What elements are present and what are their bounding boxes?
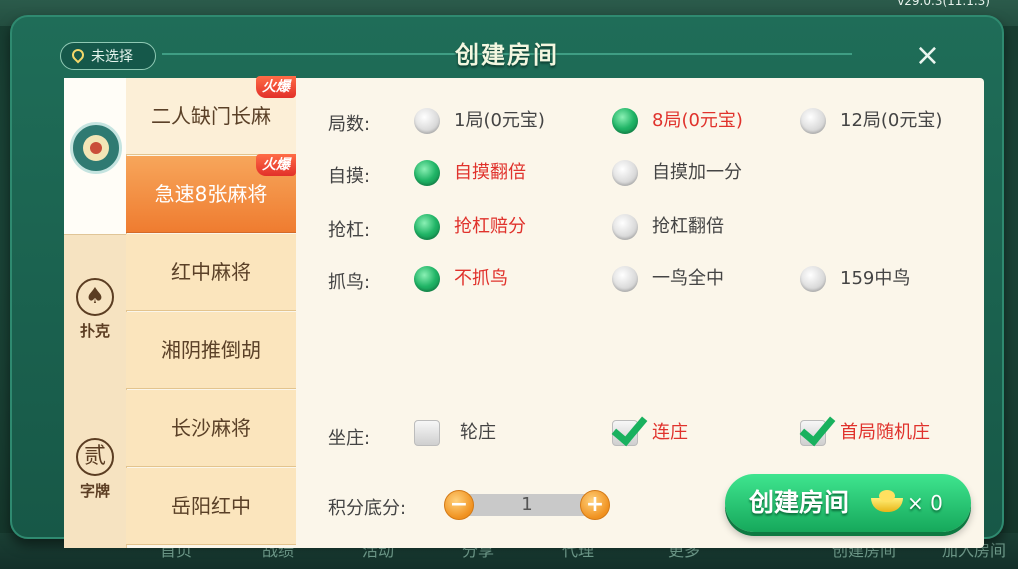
radio-selected-icon bbox=[414, 214, 440, 240]
checkbox-icon bbox=[414, 420, 440, 446]
rounds-option-12[interactable]: 12局(0元宝) bbox=[800, 106, 942, 136]
game-item[interactable]: 长沙麻将 bbox=[126, 390, 296, 467]
zimo-option-plus-one[interactable]: 自摸加一分 bbox=[612, 158, 742, 188]
category-label: 扑克 bbox=[79, 322, 110, 340]
zimo-label: 自摸: bbox=[328, 166, 371, 187]
decrement-button[interactable]: − bbox=[444, 490, 474, 520]
radio-selected-icon bbox=[612, 108, 638, 134]
game-item-selected[interactable]: 急速8张麻将 火爆 bbox=[126, 154, 296, 233]
rounds-label: 局数: bbox=[328, 114, 371, 135]
increment-button[interactable]: + bbox=[580, 490, 610, 520]
qianggang-option-double[interactable]: 抢杠翻倍 bbox=[612, 212, 724, 242]
base-score-label: 积分底分: bbox=[328, 498, 407, 519]
game-label: 岳阳红中 bbox=[171, 494, 251, 518]
zuozhuang-option-consecutive[interactable]: 连庄 bbox=[612, 418, 688, 448]
radio-icon bbox=[612, 214, 638, 240]
dialog-title: 创建房间 bbox=[455, 41, 559, 69]
game-item[interactable]: 二人缺门长麻 火爆 bbox=[126, 76, 296, 155]
zhuaniao-option-none[interactable]: 不抓鸟 bbox=[414, 264, 508, 294]
base-score-stepper: 1 − + bbox=[444, 490, 610, 520]
radio-selected-icon bbox=[414, 160, 440, 186]
category-zipai[interactable]: 贰 字牌 bbox=[64, 438, 126, 548]
qianggang-label: 抢杠: bbox=[328, 220, 371, 241]
gold-ingot-icon bbox=[871, 488, 903, 514]
create-room-button[interactable]: 创建房间 × 0 bbox=[725, 474, 971, 532]
category-mahjong[interactable] bbox=[64, 78, 126, 235]
game-label: 急速8张麻将 bbox=[154, 182, 268, 206]
radio-selected-icon bbox=[414, 266, 440, 292]
game-label: 湘阴推倒胡 bbox=[161, 338, 261, 362]
radio-icon bbox=[800, 266, 826, 292]
mahjong-icon bbox=[70, 122, 122, 174]
close-button[interactable]: × bbox=[915, 41, 940, 71]
rounds-option-1[interactable]: 1局(0元宝) bbox=[414, 106, 545, 136]
spade-icon: ♠ bbox=[76, 278, 114, 316]
game-item[interactable]: 岳阳红中 bbox=[126, 468, 296, 545]
dialog-content: ♠ 扑克 贰 字牌 二人缺门长麻 火爆 急速8张麻将 火爆 红中麻将 湘阴推倒胡 bbox=[64, 76, 984, 548]
game-label: 红中麻将 bbox=[171, 260, 251, 284]
zhuaniao-label: 抓鸟: bbox=[328, 272, 371, 293]
radio-icon bbox=[800, 108, 826, 134]
zipai-icon: 贰 bbox=[76, 438, 114, 476]
game-item[interactable]: 红中麻将 bbox=[126, 234, 296, 311]
category-label: 字牌 bbox=[79, 482, 110, 500]
rounds-option-8[interactable]: 8局(0元宝) bbox=[612, 106, 743, 136]
game-label: 长沙麻将 bbox=[171, 416, 251, 440]
category-sidebar: ♠ 扑克 贰 字牌 bbox=[64, 78, 127, 548]
create-room-dialog: 创建房间 未选择 × ♠ 扑克 贰 字牌 二人缺门长麻 火爆 急速8张麻将 火爆… bbox=[10, 15, 1004, 548]
location-pin-icon bbox=[69, 46, 87, 64]
game-item[interactable]: 湘阴推倒胡 bbox=[126, 312, 296, 389]
zuozhuang-label: 坐庄: bbox=[328, 428, 371, 449]
base-score-value: 1 bbox=[460, 494, 594, 516]
create-room-label: 创建房间 bbox=[749, 488, 850, 517]
hot-badge: 火爆 bbox=[256, 154, 296, 176]
zhuaniao-option-159[interactable]: 159中鸟 bbox=[800, 264, 910, 294]
zimo-option-double[interactable]: 自摸翻倍 bbox=[414, 158, 526, 188]
ingot-cost: × 0 bbox=[907, 491, 943, 515]
location-selector[interactable]: 未选择 bbox=[60, 42, 156, 70]
location-label: 未选择 bbox=[91, 49, 133, 65]
radio-icon bbox=[414, 108, 440, 134]
zuozhuang-option-random-first[interactable]: 首局随机庄 bbox=[800, 418, 930, 448]
checkbox-checked-icon bbox=[800, 420, 826, 446]
qianggang-option-pay[interactable]: 抢杠赔分 bbox=[414, 212, 526, 242]
room-options: 局数: 1局(0元宝) 8局(0元宝) 12局(0元宝) 自摸: 自摸翻倍 自摸… bbox=[296, 78, 984, 548]
game-label: 二人缺门长麻 bbox=[151, 104, 271, 128]
game-list: 二人缺门长麻 火爆 急速8张麻将 火爆 红中麻将 湘阴推倒胡 长沙麻将 岳阳红中 bbox=[126, 76, 296, 548]
checkbox-checked-icon bbox=[612, 420, 638, 446]
radio-icon bbox=[612, 266, 638, 292]
zhuaniao-option-one-bird[interactable]: 一鸟全中 bbox=[612, 264, 724, 294]
category-poker[interactable]: ♠ 扑克 bbox=[64, 278, 126, 388]
hot-badge: 火爆 bbox=[256, 76, 296, 98]
zuozhuang-option-rotate[interactable]: 轮庄 bbox=[414, 418, 496, 448]
version-label: v29.0.3(11.1.3) bbox=[897, 0, 990, 8]
radio-icon bbox=[612, 160, 638, 186]
